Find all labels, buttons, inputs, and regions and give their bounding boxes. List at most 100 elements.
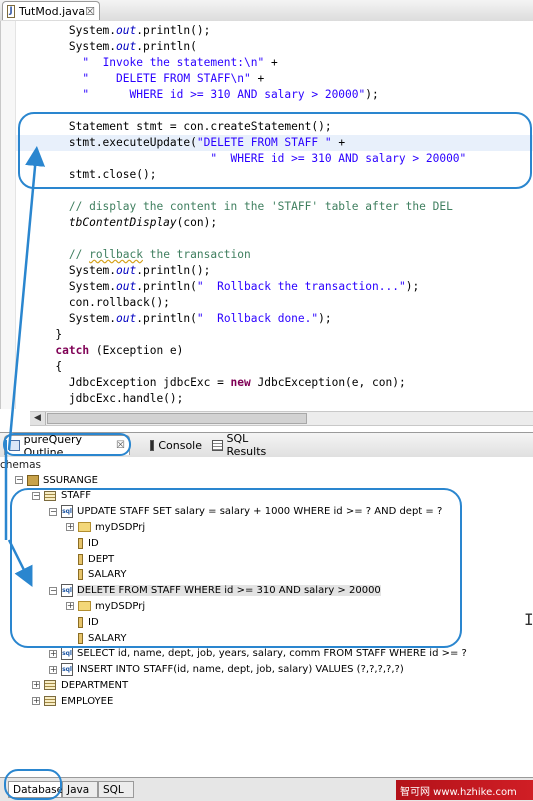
code-line: jdbcExc.handle(); — [15, 391, 184, 407]
annotation-highlight-database-tab — [4, 769, 62, 800]
code-token: .println( — [136, 312, 197, 325]
code-token: con.rollback(); — [15, 296, 170, 309]
code-line: System.out.println(" Rollback the transa… — [15, 279, 419, 295]
panel-header: chemas — [0, 459, 42, 471]
editor-horizontal-scrollbar[interactable]: ◀ — [30, 411, 533, 426]
code-token: } — [15, 328, 63, 341]
code-line: catch (Exception e) — [15, 343, 183, 359]
code-token: JdbcException(e, con); — [250, 376, 406, 389]
code-line: " WHERE id >= 310 AND salary > 20000"); — [15, 87, 379, 103]
code-line: } — [15, 407, 62, 409]
tree-item[interactable]: − SSURANGE — [15, 472, 98, 488]
tree-item[interactable]: + sql SELECT id, name, dept, job, years, s… — [49, 646, 467, 662]
code-line: " DELETE FROM STAFF\n" + — [15, 71, 264, 87]
editor-tab-tutmod[interactable]: J TutMod.java ☒ — [2, 1, 100, 20]
annotation-highlight-tab — [3, 433, 131, 456]
collapse-icon[interactable]: − — [15, 476, 23, 484]
code-token: + — [250, 72, 265, 85]
code-token: out — [116, 280, 137, 293]
tree-item[interactable]: + EMPLOYEE — [32, 693, 113, 709]
editor-gutter — [1, 21, 16, 409]
code-token: tbContentDisplay — [68, 216, 177, 229]
code-token: (con); — [176, 216, 218, 229]
tree-item-label: EMPLOYEE — [61, 695, 114, 707]
code-token: { — [15, 360, 63, 373]
code-token: rollback — [89, 248, 143, 261]
code-token: System. — [15, 280, 117, 293]
sql-statement-icon: sql — [61, 663, 73, 677]
code-token: + — [264, 56, 278, 69]
pure-query-outline-panel: chemas − SSURANGE − STAFF − sql UPDATE STAFF S… — [0, 457, 533, 775]
sql-statement-icon: sql — [61, 647, 73, 661]
code-line: System.out.println(); — [15, 263, 210, 279]
tree-item-label: SELECT id, name, dept, job, years, salar… — [77, 648, 467, 660]
tab-label: Console — [158, 438, 202, 452]
code-token: out — [116, 40, 137, 53]
code-line: System.out.println(); — [15, 23, 210, 39]
annotation-highlight-code — [18, 112, 532, 189]
close-icon[interactable]: ☒ — [85, 5, 95, 18]
scrollbar-thumb[interactable] — [47, 413, 307, 424]
view-tab-bar: pureQuery Outline ☒ Console SQL Results — [0, 432, 533, 459]
code-line: " Invoke the statement:\n" + — [15, 55, 278, 71]
code-token: System. — [15, 40, 117, 53]
code-token: System. — [15, 24, 117, 37]
tree-item[interactable]: + DEPARTMENT — [32, 677, 128, 693]
tab-java[interactable]: Java — [62, 781, 98, 798]
tab-label: SQL Results — [226, 432, 267, 458]
expand-icon[interactable]: + — [32, 681, 40, 690]
tree-item-label: INSERT INTO STAFF(id, name, dept, job, s… — [77, 664, 404, 676]
expand-icon[interactable]: + — [49, 649, 57, 658]
tree-item-label: SSURANGE — [43, 474, 98, 486]
code-token: .println(); — [136, 264, 211, 277]
code-token: .println( — [136, 280, 197, 293]
code-token: " WHERE id >= 310 AND salary > 20000" — [82, 88, 366, 101]
code-token: " DELETE FROM STAFF\n" — [82, 72, 251, 85]
table-icon — [44, 680, 56, 691]
editor-tab-bar: J TutMod.java ☒ — [0, 0, 533, 22]
console-icon — [150, 439, 155, 451]
code-token: .println(); — [136, 24, 211, 37]
code-token: } — [15, 408, 62, 409]
code-line: { — [15, 359, 62, 375]
code-editor[interactable]: System.out.println(); System.out.println… — [0, 21, 533, 409]
editor-tab-label: TutMod.java — [19, 4, 86, 18]
code-line: // display the content in the 'STAFF' ta… — [15, 199, 453, 215]
expand-icon[interactable]: + — [32, 697, 40, 706]
code-line: JdbcException jdbcExc = new JdbcExceptio… — [15, 375, 406, 391]
sql-results-icon — [212, 439, 223, 451]
code-line: System.out.println(" Rollback done."); — [15, 311, 332, 327]
table-icon — [44, 696, 56, 707]
code-token: " Rollback the transaction..." — [196, 280, 406, 293]
code-token: System. — [15, 264, 117, 277]
tree-item[interactable]: + sql INSERT INTO STAFF(id, name, dept, jo… — [49, 662, 404, 678]
annotation-highlight-tree — [10, 488, 462, 648]
code-token: new — [230, 376, 251, 389]
code-token: jdbcExc.handle(); — [15, 392, 184, 405]
code-token: JdbcException jdbcExc = — [15, 376, 231, 389]
code-token: out — [116, 24, 137, 37]
code-token: // display the content in the 'STAFF' ta… — [15, 200, 453, 213]
java-file-icon: J — [7, 4, 16, 18]
text-cursor-icon: I — [524, 610, 533, 629]
tab-console[interactable]: Console — [146, 435, 206, 455]
code-line: // rollback the transaction — [15, 247, 251, 263]
tree-item-label: DEPARTMENT — [61, 679, 129, 691]
schema-icon — [27, 474, 39, 486]
code-token: System. — [15, 312, 117, 325]
scroll-left-arrow-icon[interactable]: ◀ — [30, 412, 46, 425]
code-line: tbContentDisplay(con); — [15, 215, 217, 231]
watermark: 智可网 www.hzhike.com — [396, 780, 533, 800]
expand-icon[interactable]: + — [49, 665, 57, 674]
tab-sql-results[interactable]: SQL Results — [208, 432, 286, 458]
code-line: System.out.println( — [15, 39, 197, 55]
code-token: " Invoke the statement:\n" — [82, 56, 265, 69]
code-token: ); — [365, 88, 379, 101]
code-token: the transaction — [142, 248, 251, 261]
tab-sql[interactable]: SQL — [98, 781, 134, 798]
